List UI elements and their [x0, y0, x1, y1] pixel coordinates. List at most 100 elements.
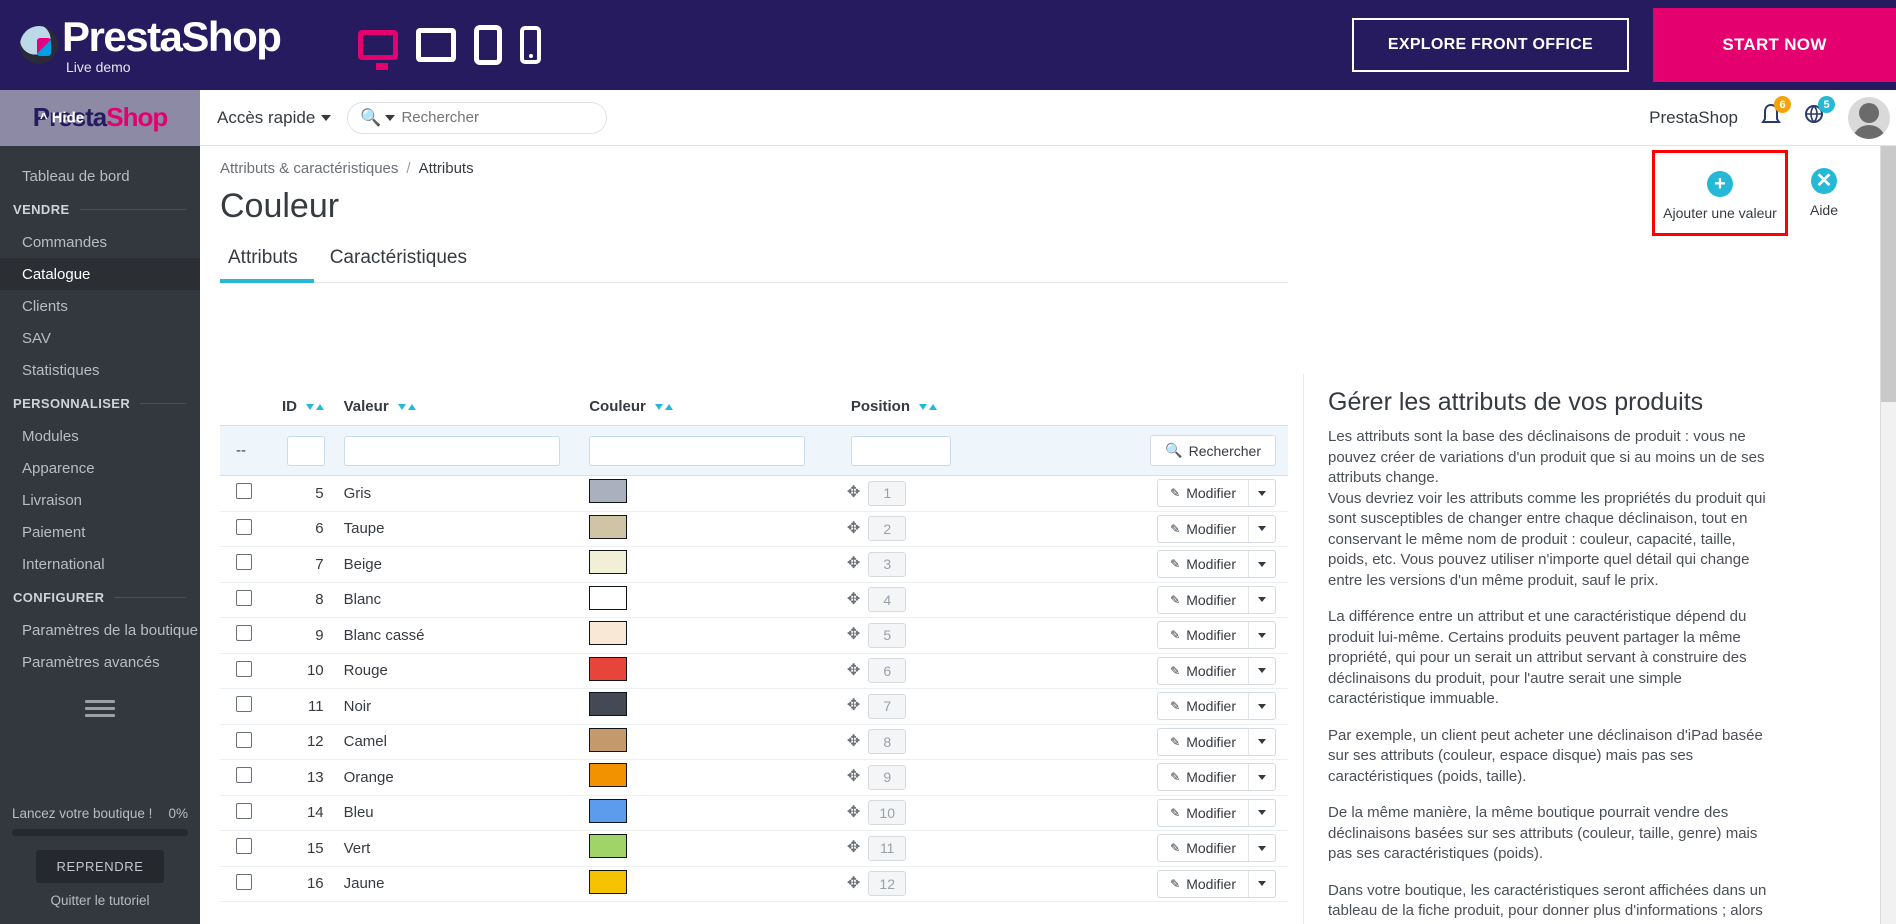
edit-dropdown-toggle[interactable]	[1248, 622, 1275, 649]
desktop-icon[interactable]	[358, 30, 399, 70]
sort-desc-icon[interactable]	[306, 404, 315, 411]
breadcrumb-parent[interactable]: Attributs & caractéristiques	[220, 160, 398, 177]
help-button[interactable]: ✕ Aide	[1788, 150, 1860, 230]
mobile-icon[interactable]	[520, 26, 542, 64]
sort-desc-icon[interactable]	[397, 404, 406, 411]
drag-handle-icon[interactable]: ✥	[847, 698, 860, 714]
device-preview-switcher[interactable]	[358, 25, 542, 70]
add-value-button[interactable]: + Ajouter une valeur	[1652, 150, 1788, 236]
admin-search-box[interactable]: 🔍	[347, 101, 608, 134]
row-checkbox[interactable]	[236, 589, 252, 606]
row-checkbox[interactable]	[236, 838, 252, 855]
edit-button[interactable]: ✎ Modifier	[1157, 479, 1276, 508]
edit-dropdown-toggle[interactable]	[1248, 657, 1275, 684]
search-input[interactable]	[399, 108, 603, 127]
prestashop-logo[interactable]: PrestaShop Live demo	[20, 15, 282, 75]
sort-desc-icon[interactable]	[655, 404, 664, 411]
sidebar-item-parametres-boutique[interactable]: Paramètres de la boutique	[0, 614, 200, 646]
sort-arrows-id[interactable]	[306, 404, 325, 411]
edit-button[interactable]: ✎ Modifier	[1157, 869, 1276, 898]
shop-name-link[interactable]: PrestaShop	[1649, 108, 1738, 128]
drag-handle-icon[interactable]: ✥	[847, 875, 860, 892]
drag-handle-icon[interactable]: ✥	[847, 591, 860, 608]
sidebar-item-modules[interactable]: Modules	[0, 420, 200, 452]
sidebar-item-dashboard[interactable]: Tableau de bord	[0, 160, 200, 192]
sidebar-item-apparence[interactable]: Apparence	[0, 452, 200, 484]
drag-handle-icon[interactable]: ✥	[847, 804, 860, 821]
row-checkbox[interactable]	[236, 660, 252, 677]
start-now-button[interactable]: START NOW	[1653, 8, 1896, 82]
edit-dropdown-toggle[interactable]	[1248, 728, 1275, 755]
column-header-position[interactable]: Position	[829, 392, 1075, 426]
sidebar-item-parametres-avances[interactable]: Paramètres avancés	[0, 646, 200, 678]
tab-attributs[interactable]: Attributs	[220, 247, 314, 283]
column-header-id[interactable]: ID	[220, 392, 338, 426]
row-checkbox[interactable]	[236, 554, 252, 571]
filter-id-input[interactable]	[287, 435, 326, 466]
sort-arrows-couleur[interactable]	[655, 404, 674, 411]
edit-dropdown-toggle[interactable]	[1248, 586, 1275, 613]
messages-icon-wrap[interactable]: 5	[1804, 96, 1835, 132]
sidebar-item-paiement[interactable]: Paiement	[0, 516, 200, 548]
sidebar-item-clients[interactable]: Clients	[0, 290, 200, 322]
row-checkbox[interactable]	[236, 625, 252, 642]
edit-button[interactable]: ✎ Modifier	[1157, 585, 1276, 614]
sidebar-item-statistiques[interactable]: Statistiques	[0, 354, 200, 386]
tablet-icon[interactable]	[474, 25, 503, 65]
sort-asc-icon[interactable]	[407, 404, 416, 411]
edit-button[interactable]: ✎ Modifier	[1157, 550, 1276, 579]
search-scope-chevron-down-icon[interactable]	[385, 114, 396, 121]
filter-couleur-input[interactable]	[589, 435, 806, 466]
scrollbar-thumb[interactable]	[1881, 107, 1896, 402]
sort-asc-icon[interactable]	[929, 404, 938, 411]
row-checkbox[interactable]	[236, 802, 252, 819]
drag-handle-icon[interactable]: ✥	[847, 556, 860, 572]
edit-button[interactable]: ✎ Modifier	[1157, 763, 1276, 792]
column-header-valeur[interactable]: Valeur	[338, 392, 584, 426]
row-checkbox[interactable]	[236, 518, 252, 535]
edit-button[interactable]: ✎ Modifier	[1157, 834, 1276, 863]
filter-valeur-input[interactable]	[343, 435, 560, 466]
drag-handle-icon[interactable]: ✥	[847, 662, 860, 679]
edit-button[interactable]: ✎ Modifier	[1157, 692, 1276, 721]
drag-handle-icon[interactable]: ✥	[847, 485, 860, 501]
quick-access-dropdown[interactable]: Accès rapide	[217, 108, 332, 128]
edit-dropdown-toggle[interactable]	[1248, 764, 1275, 791]
tab-caracteristiques[interactable]: Caractéristiques	[314, 247, 483, 283]
edit-button[interactable]: ✎ Modifier	[1157, 798, 1276, 827]
admin-logo-home-link[interactable]: PrestaShop ^ Hide	[0, 89, 200, 146]
edit-dropdown-toggle[interactable]	[1248, 515, 1275, 542]
edit-button[interactable]: ✎ Modifier	[1157, 621, 1276, 650]
table-search-button[interactable]: 🔍 Rechercher	[1150, 435, 1276, 466]
hide-sidebar-toggle[interactable]: ^ Hide	[40, 109, 84, 126]
edit-dropdown-toggle[interactable]	[1248, 799, 1275, 826]
sidebar-item-commandes[interactable]: Commandes	[0, 226, 200, 258]
edit-button[interactable]: ✎ Modifier	[1157, 656, 1276, 685]
drag-handle-icon[interactable]: ✥	[847, 733, 860, 750]
edit-button[interactable]: ✎ Modifier	[1157, 514, 1276, 543]
filter-position-input[interactable]	[850, 435, 951, 466]
row-checkbox[interactable]	[236, 731, 252, 748]
drag-handle-icon[interactable]: ✥	[847, 840, 860, 856]
sidebar-item-international[interactable]: International	[0, 548, 200, 580]
notifications-bell[interactable]: 6	[1760, 96, 1791, 132]
sort-asc-icon[interactable]	[665, 404, 674, 411]
row-checkbox[interactable]	[236, 873, 252, 890]
row-checkbox[interactable]	[236, 767, 252, 784]
row-checkbox[interactable]	[236, 483, 252, 500]
column-header-couleur[interactable]: Couleur	[583, 392, 829, 426]
sidebar-item-livraison[interactable]: Livraison	[0, 484, 200, 516]
sidebar-item-catalogue[interactable]: Catalogue	[0, 258, 200, 290]
sort-desc-icon[interactable]	[919, 404, 928, 411]
edit-dropdown-toggle[interactable]	[1248, 551, 1275, 578]
resume-tutorial-button[interactable]: REPRENDRE	[36, 850, 164, 883]
drag-handle-icon[interactable]: ✥	[847, 627, 860, 643]
edit-button[interactable]: ✎ Modifier	[1157, 727, 1276, 756]
drag-handle-icon[interactable]: ✥	[847, 769, 860, 785]
drag-handle-icon[interactable]: ✥	[847, 520, 860, 537]
sort-arrows-valeur[interactable]	[397, 404, 416, 411]
laptop-icon[interactable]	[416, 28, 457, 62]
sort-asc-icon[interactable]	[316, 404, 325, 411]
quit-tutorial-link[interactable]: Quitter le tutoriel	[12, 893, 188, 908]
edit-dropdown-toggle[interactable]	[1248, 835, 1275, 862]
